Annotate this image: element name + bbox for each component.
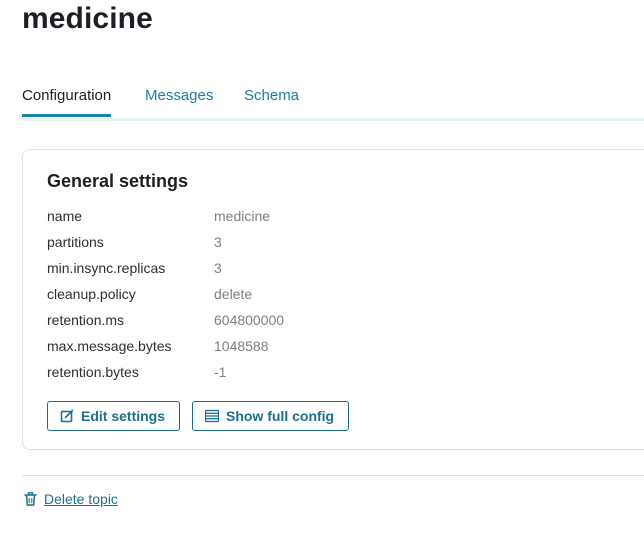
- setting-value: 1048588: [214, 338, 269, 354]
- list-icon: [205, 409, 219, 423]
- edit-icon: [60, 409, 74, 423]
- setting-value: delete: [214, 286, 253, 302]
- setting-key: cleanup.policy: [47, 286, 136, 302]
- topic-page: medicine Configuration Messages Schema G…: [0, 0, 644, 546]
- setting-key: partitions: [47, 234, 104, 250]
- delete-topic-label: Delete topic: [44, 491, 118, 507]
- tab-configuration[interactable]: Configuration: [22, 87, 112, 117]
- setting-value: medicine: [214, 208, 271, 224]
- tab-messages[interactable]: Messages: [145, 87, 213, 114]
- setting-key: retention.bytes: [47, 364, 139, 380]
- show-full-config-button[interactable]: Show full config: [192, 401, 349, 431]
- setting-key: name: [47, 208, 83, 224]
- edit-settings-label: Edit settings: [81, 408, 166, 424]
- setting-row-max-message-bytes: max.message.bytes 1048588: [47, 338, 447, 364]
- setting-key: min.insync.replicas: [47, 260, 166, 276]
- setting-value: 3: [214, 234, 222, 250]
- show-full-config-label: Show full config: [226, 408, 335, 424]
- setting-row-name: name medicine: [47, 208, 447, 234]
- tab-bar: Configuration Messages Schema: [22, 80, 644, 121]
- setting-row-cleanup-policy: cleanup.policy delete: [47, 286, 447, 312]
- divider: [22, 475, 644, 476]
- setting-value: -1: [214, 364, 227, 380]
- delete-topic-link[interactable]: Delete topic: [24, 491, 118, 507]
- setting-row-retention-bytes: retention.bytes -1: [47, 364, 447, 390]
- setting-value: 3: [214, 260, 222, 276]
- settings-list: name medicine partitions 3 min.insync.re…: [47, 208, 447, 390]
- setting-row-min-insync-replicas: min.insync.replicas 3: [47, 260, 447, 286]
- page-title: medicine: [22, 2, 153, 35]
- setting-key: max.message.bytes: [47, 338, 172, 354]
- general-settings-card: General settings name medicine partition…: [22, 149, 644, 450]
- edit-settings-button[interactable]: Edit settings: [47, 401, 180, 431]
- setting-row-retention-ms: retention.ms 604800000: [47, 312, 447, 338]
- setting-value: 604800000: [214, 312, 285, 328]
- setting-key: retention.ms: [47, 312, 125, 328]
- trash-icon: [24, 492, 37, 506]
- tab-schema[interactable]: Schema: [244, 87, 299, 114]
- setting-row-partitions: partitions 3: [47, 234, 447, 260]
- general-settings-title: General settings: [47, 171, 189, 191]
